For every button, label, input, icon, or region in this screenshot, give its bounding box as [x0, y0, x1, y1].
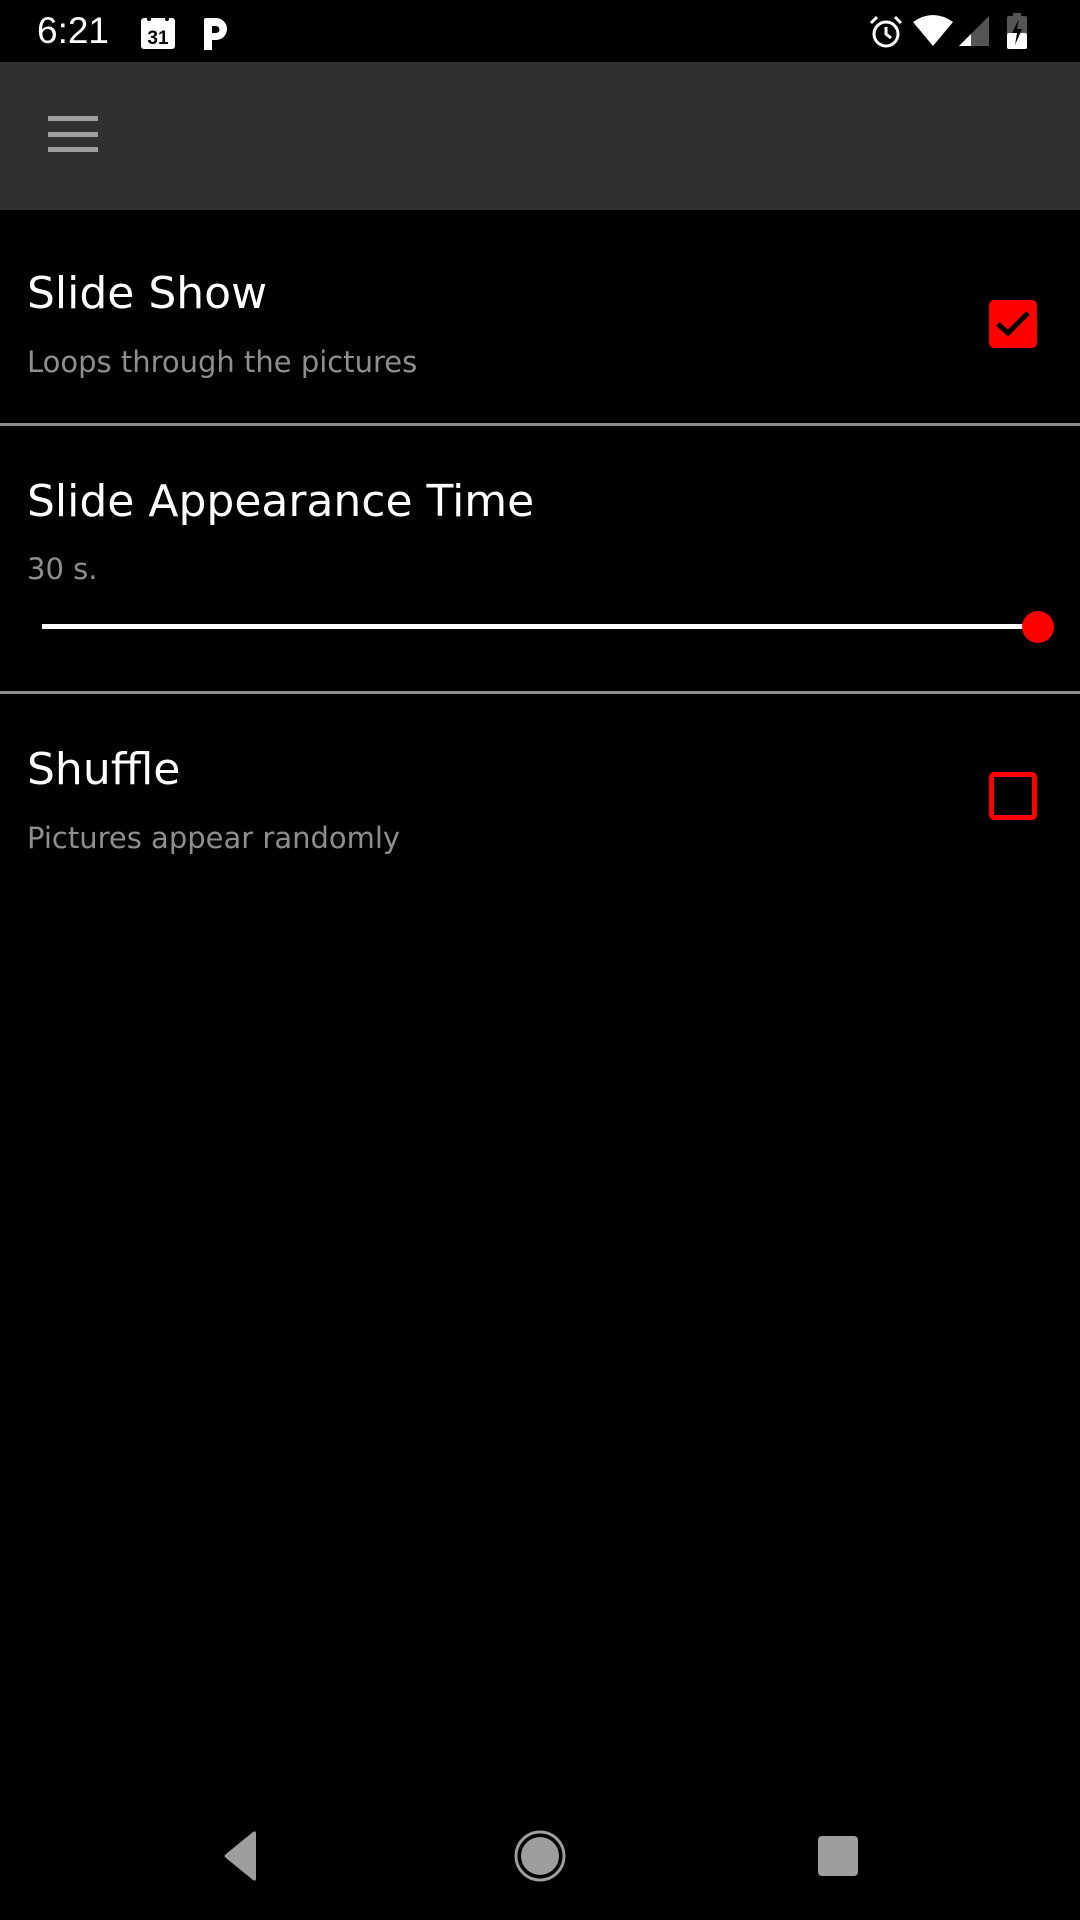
battery-charging-icon [1006, 13, 1028, 53]
slide-show-checkbox[interactable] [989, 300, 1037, 348]
pref-title: Slide Show [27, 268, 268, 319]
slide-time-slider-track[interactable] [42, 624, 1038, 629]
wifi-icon [912, 14, 954, 52]
checkmark-icon [996, 311, 1030, 337]
app-toolbar [0, 62, 1080, 210]
pref-summary: 30 s. [27, 552, 98, 586]
status-time: 6:21 [37, 10, 110, 51]
pref-slide-show[interactable]: Slide Show Loops through the pictures [0, 210, 1080, 424]
pref-shuffle[interactable]: Shuffle Pictures appear randomly [0, 694, 1080, 894]
back-icon[interactable] [210, 1826, 270, 1886]
slide-time-slider-thumb[interactable] [1022, 611, 1054, 643]
alarm-icon [868, 14, 904, 54]
pref-summary: Loops through the pictures [27, 345, 418, 379]
cellular-signal-icon [957, 14, 991, 52]
pref-title: Shuffle [27, 744, 181, 795]
recents-icon[interactable] [808, 1826, 868, 1886]
home-icon[interactable] [510, 1826, 570, 1886]
shuffle-checkbox[interactable] [989, 772, 1037, 820]
calendar-icon: 31 [140, 14, 176, 54]
hamburger-menu-icon[interactable] [40, 110, 106, 162]
svg-text:31: 31 [147, 28, 169, 49]
pref-slide-appearance-time: Slide Appearance Time 30 s. [0, 426, 1080, 692]
status-bar: 6:21 31 [0, 0, 1080, 62]
pref-title: Slide Appearance Time [27, 476, 535, 527]
parking-icon [200, 16, 230, 54]
pref-summary: Pictures appear randomly [27, 821, 401, 855]
